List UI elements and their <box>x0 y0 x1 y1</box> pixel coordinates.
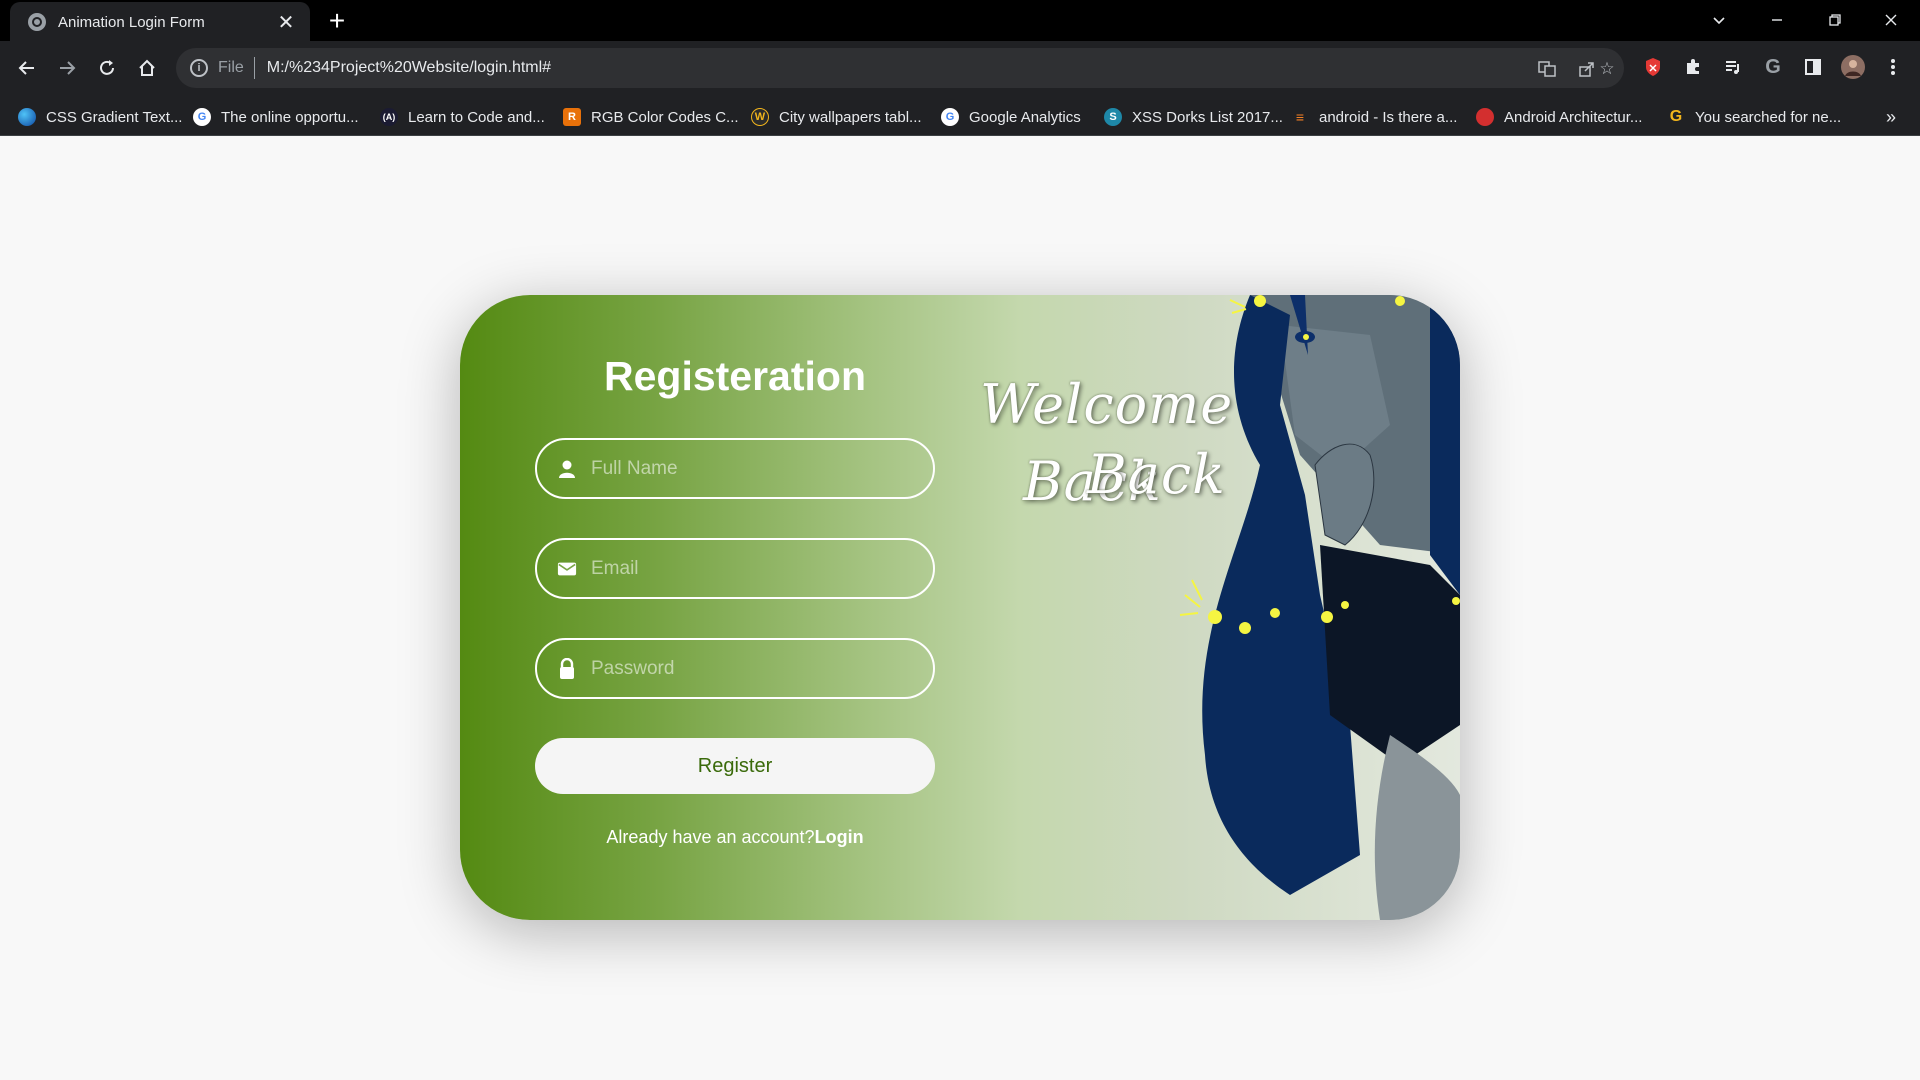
lock-icon <box>557 657 577 679</box>
close-window-icon[interactable] <box>1862 0 1920 40</box>
welcome-back-text-overlap: Back <box>1087 443 1226 506</box>
search-site-icon: G <box>1669 108 1683 125</box>
full-name-input[interactable] <box>589 456 909 481</box>
bookmark-label: The online opportu... <box>221 108 359 126</box>
reading-list-icon[interactable] <box>1721 55 1745 79</box>
email-field[interactable] <box>535 538 935 599</box>
bookmark-label: You searched for ne... <box>1695 108 1842 126</box>
bookmark-favicon-icon <box>18 108 36 126</box>
browser-tab[interactable]: Animation Login Form ✕ <box>10 2 310 42</box>
shield-extension-icon[interactable] <box>1641 55 1665 79</box>
bookmark-item[interactable]: Android Architectur... <box>1476 106 1642 128</box>
google-icon: G <box>941 108 959 126</box>
url-separator <box>253 57 255 79</box>
page-body: Welcome Back Back Registeration Register… <box>0 136 1920 1080</box>
url-scheme: File <box>218 59 244 76</box>
bookmark-label: Android Architectur... <box>1504 108 1643 126</box>
registration-card: Welcome Back Back Registeration Register… <box>460 295 1460 920</box>
bookmark-label: XSS Dorks List 2017... <box>1132 108 1283 126</box>
url-text[interactable]: M:/%234Project%20Website/login.html# <box>267 59 551 77</box>
tab-close-icon[interactable]: ✕ <box>274 10 298 35</box>
forward-icon[interactable] <box>52 53 82 83</box>
login-prompt: Already have an account?Login <box>460 827 1010 848</box>
xss-site-icon: S <box>1104 108 1122 126</box>
bookmark-star-icon[interactable]: ☆ <box>1596 58 1618 80</box>
bookmark-label: RGB Color Codes C... <box>591 108 739 126</box>
bookmark-label: Google Analytics <box>969 108 1081 126</box>
address-bar[interactable]: i File M:/%234Project%20Website/login.ht… <box>176 48 1624 88</box>
puzzle-extensions-icon[interactable] <box>1681 55 1705 79</box>
bookmark-item[interactable]: CSS Gradient Text... <box>18 106 182 128</box>
password-input[interactable] <box>589 656 909 681</box>
login-link[interactable]: Login <box>815 827 864 847</box>
bookmark-item[interactable]: S XSS Dorks List 2017... <box>1104 106 1283 128</box>
grammarly-extension-icon[interactable]: G <box>1761 55 1785 79</box>
rgb-site-icon: R <box>563 108 581 126</box>
form-title: Registeration <box>604 353 866 399</box>
home-icon[interactable] <box>132 53 162 83</box>
android-site-icon <box>1476 108 1494 126</box>
bookmark-item[interactable]: ≡ android - Is there a... <box>1291 106 1458 128</box>
profile-avatar-icon[interactable] <box>1841 55 1865 79</box>
restore-icon[interactable] <box>1806 0 1864 40</box>
browser-toolbar: i File M:/%234Project%20Website/login.ht… <box>0 41 1920 96</box>
share-icon[interactable] <box>1576 58 1598 80</box>
bookmark-item[interactable]: R RGB Color Codes C... <box>563 106 739 128</box>
globe-icon <box>28 13 46 31</box>
tab-search-icon[interactable] <box>1690 0 1748 40</box>
freecodecamp-icon: (A) <box>380 108 398 126</box>
bookmark-label: Learn to Code and... <box>408 108 545 126</box>
bookmark-item[interactable]: W City wallpapers tabl... <box>751 106 922 128</box>
stackoverflow-icon: ≡ <box>1295 109 1305 125</box>
email-input[interactable] <box>589 556 909 581</box>
translate-icon[interactable] <box>1536 58 1558 80</box>
login-prompt-text: Already have an account? <box>606 827 815 847</box>
bookmarks-bar: CSS Gradient Text... G The online opport… <box>0 96 1920 136</box>
browser-chrome: Animation Login Form ✕ + i File M:/%234P… <box>0 0 1920 136</box>
bookmark-item[interactable]: G Google Analytics <box>941 106 1081 128</box>
register-button[interactable]: Register <box>535 738 935 794</box>
bookmark-item[interactable]: G The online opportu... <box>193 106 359 128</box>
bookmark-label: android - Is there a... <box>1319 108 1458 126</box>
new-tab-button[interactable]: + <box>322 6 352 36</box>
welcome-heading: Welcome <box>980 373 1234 436</box>
google-icon: G <box>193 108 211 126</box>
more-bookmarks-icon[interactable]: » <box>1886 106 1896 128</box>
side-panel-icon[interactable] <box>1801 55 1825 79</box>
bookmark-label: City wallpapers tabl... <box>779 108 922 126</box>
full-name-field[interactable] <box>535 438 935 499</box>
menu-kebab-icon[interactable] <box>1881 55 1905 79</box>
user-icon <box>557 459 577 479</box>
password-field[interactable] <box>535 638 935 699</box>
bookmark-item[interactable]: (A) Learn to Code and... <box>380 106 545 128</box>
mail-icon <box>557 559 577 579</box>
back-icon[interactable] <box>12 53 42 83</box>
tab-strip: Animation Login Form ✕ + <box>0 0 1920 42</box>
bookmark-item[interactable]: G You searched for ne... <box>1667 106 1841 128</box>
tab-title: Animation Login Form <box>58 13 205 31</box>
site-info-icon[interactable]: i <box>190 59 208 77</box>
bookmark-label: CSS Gradient Text... <box>46 108 183 126</box>
minimize-icon[interactable] <box>1748 0 1806 40</box>
wallpaper-site-icon: W <box>751 108 769 126</box>
reload-icon[interactable] <box>92 53 122 83</box>
